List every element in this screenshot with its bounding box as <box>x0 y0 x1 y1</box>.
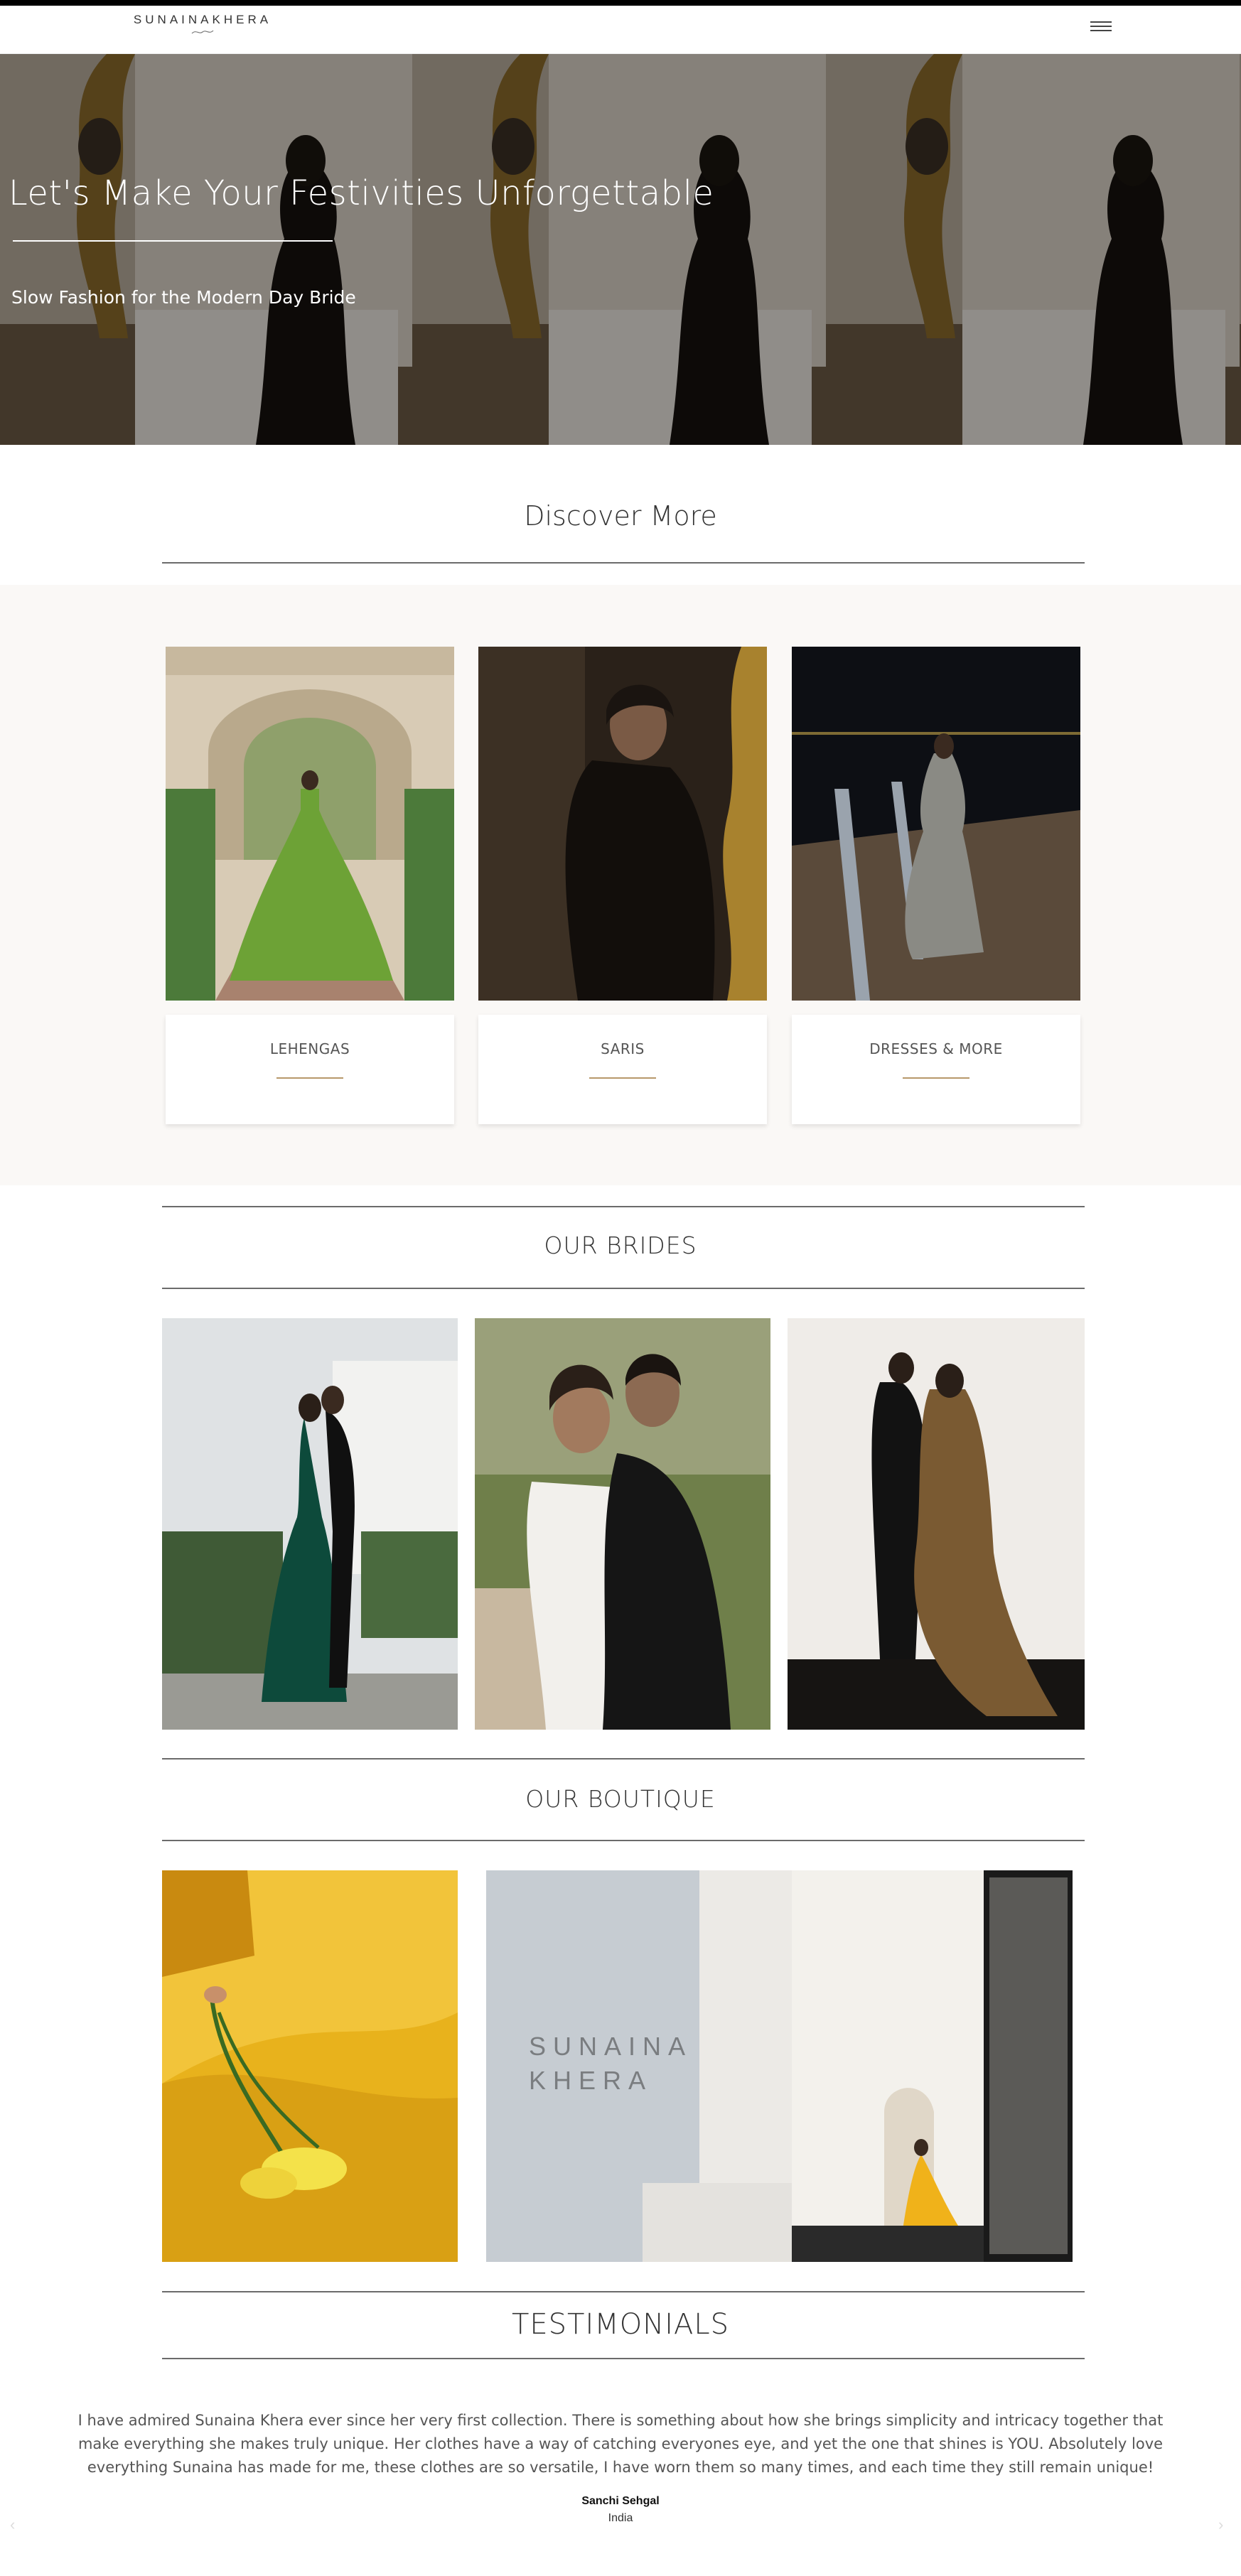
testimonial-author: Sanchi Sehgal <box>581 2495 660 2507</box>
bride-photo-image <box>162 1318 458 1730</box>
bride-photo <box>788 1318 1085 1730</box>
boutique-photo <box>162 1870 458 2262</box>
storefront-sign-line1: SUNAINA <box>529 2032 692 2061</box>
logo-flourish-icon <box>191 30 214 34</box>
testimonials-title: TESTIMONIALS <box>511 2308 730 2341</box>
menu-icon-bar <box>1090 21 1112 23</box>
section-divider <box>162 1288 1085 1289</box>
discover-more-title: Discover More <box>524 500 717 532</box>
collection-underline <box>589 1077 656 1079</box>
bride-photo <box>162 1318 458 1730</box>
lehengas-image <box>166 647 454 1001</box>
collection-label: DRESSES & MORE <box>869 1040 1003 1057</box>
storefront-sign-line2: KHERA <box>529 2066 652 2095</box>
testimonial-location: India <box>608 2512 633 2524</box>
saris-image <box>478 647 767 1001</box>
collection-underline <box>903 1077 969 1079</box>
our-boutique-title: OUR BOUTIQUE <box>525 1785 716 1813</box>
saris-image-link[interactable] <box>478 647 767 1001</box>
section-divider <box>162 562 1085 564</box>
collection-label: LEHENGAS <box>269 1040 350 1057</box>
collection-card-lehengas[interactable]: LEHENGAS <box>166 1015 454 1124</box>
bride-photo-image <box>788 1318 1085 1730</box>
dresses-image <box>792 647 1080 1001</box>
section-divider <box>162 2291 1085 2292</box>
testimonial-quote: I have admired Sunaina Khera ever since … <box>77 2412 1164 2476</box>
dresses-image-link[interactable] <box>792 647 1080 1001</box>
boutique-storefront-image: SUNAINA KHERA <box>486 1870 1073 2262</box>
section-divider <box>162 2358 1085 2359</box>
hero-dark-overlay <box>0 54 1241 445</box>
our-brides-title: OUR BRIDES <box>544 1232 697 1259</box>
brand-logo[interactable]: SUNAINAKHERA <box>128 13 277 44</box>
collection-underline <box>276 1077 343 1079</box>
section-divider <box>162 1206 1085 1207</box>
hero-title: Let's Make Your Festivities Unforgettabl… <box>9 173 714 213</box>
announcement-bar <box>0 0 1241 6</box>
carousel-prev-icon[interactable]: ‹ <box>10 2516 15 2534</box>
menu-icon-bar <box>1090 30 1112 31</box>
site-header: SUNAINAKHERA <box>0 6 1241 54</box>
section-divider <box>162 1840 1085 1841</box>
bride-photo <box>475 1318 770 1730</box>
section-divider <box>162 1758 1085 1759</box>
bride-photo-image <box>475 1318 770 1730</box>
hamburger-menu-icon[interactable] <box>1090 18 1112 36</box>
boutique-storefront-photo: SUNAINA KHERA <box>486 1870 1073 2262</box>
hero-divider <box>13 240 333 242</box>
menu-icon-bar <box>1090 26 1112 27</box>
hero-subtitle: Slow Fashion for the Modern Day Bride <box>11 287 356 308</box>
hero-banner: Let's Make Your Festivities Unforgettabl… <box>0 54 1241 445</box>
collection-card-saris[interactable]: SARIS <box>478 1015 767 1124</box>
collection-card-dresses[interactable]: DRESSES & MORE <box>792 1015 1080 1124</box>
lehengas-image-link[interactable] <box>166 647 454 1001</box>
brand-logo-text: SUNAINAKHERA <box>133 13 272 26</box>
collection-label: SARIS <box>601 1040 645 1057</box>
boutique-photo-image <box>162 1870 458 2262</box>
carousel-next-icon[interactable]: › <box>1218 2516 1223 2534</box>
